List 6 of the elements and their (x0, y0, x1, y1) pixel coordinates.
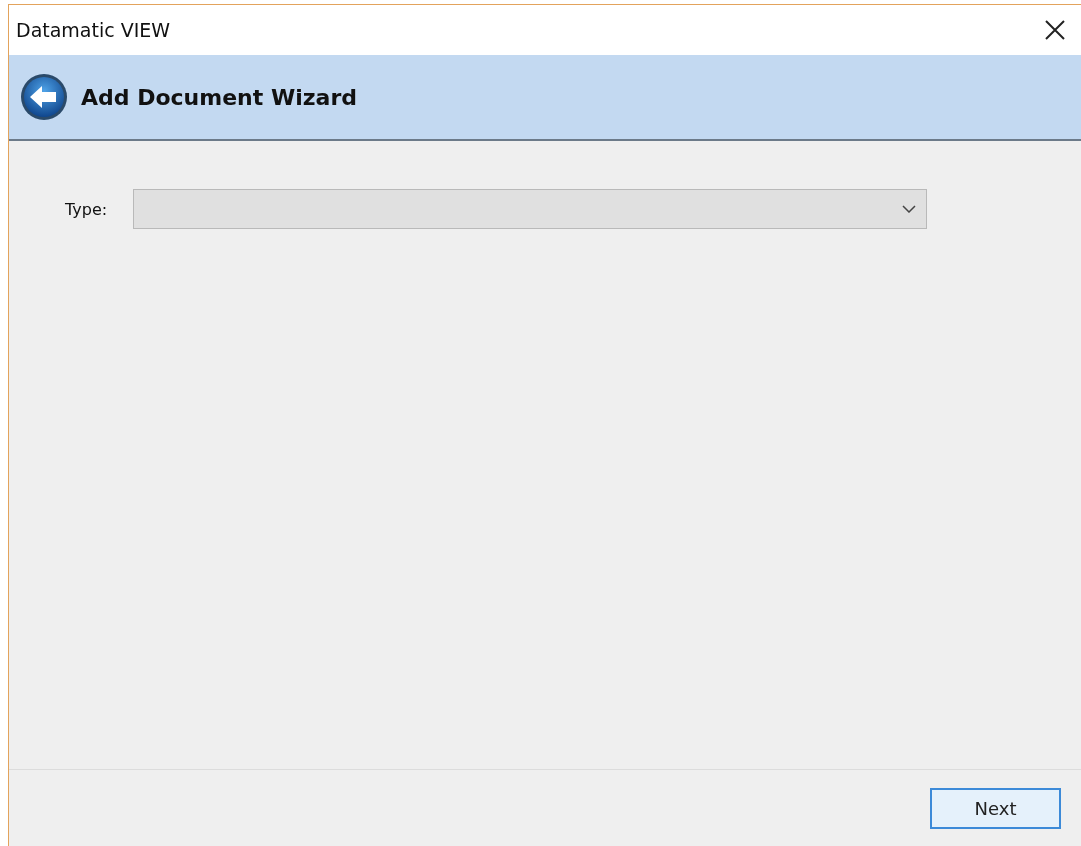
type-label: Type: (65, 199, 108, 219)
close-icon (1044, 19, 1066, 41)
chevron-down-icon (902, 205, 917, 213)
next-button[interactable]: Next (930, 787, 1061, 829)
wizard-title: Add Document Wizard (81, 84, 357, 110)
window-title: Datamatic VIEW (16, 19, 171, 41)
